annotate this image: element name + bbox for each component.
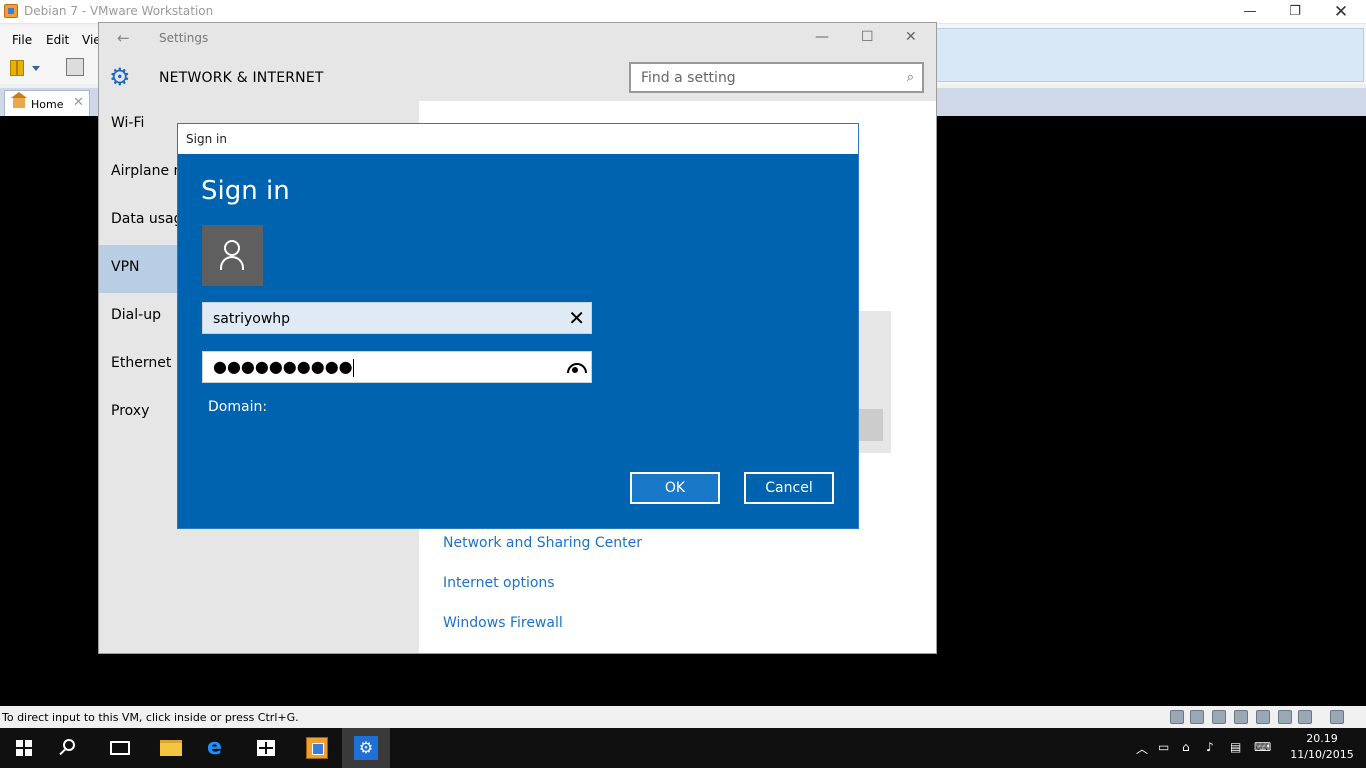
store-icon [257,740,275,756]
gear-icon: ⚙ [109,63,131,91]
search-placeholder: Find a setting [641,70,736,86]
pause-icon[interactable] [10,60,24,76]
sound-icon[interactable] [1278,710,1292,724]
floppy-icon[interactable] [1212,710,1226,724]
nav-label: Dial-up [111,307,161,323]
network-adapter-icon[interactable] [1234,710,1248,724]
status-text: To direct input to this VM, click inside… [2,711,299,724]
text-caret [352,358,354,377]
task-view-icon [110,741,130,755]
vmware-menubar: File Edit Vie [0,26,101,54]
edge-icon: e [207,735,222,760]
signin-dialog: Sign in Sign in satriyowhp ✕ ●●●●●●●●●● … [177,123,859,529]
cdrom-icon[interactable] [1190,710,1204,724]
settings-header: ⚙ NETWORK & INTERNET Find a setting ⌕ [99,53,936,101]
password-field[interactable]: ●●●●●●●●●● [202,351,592,383]
maximize-button[interactable]: ❐ [1272,2,1318,22]
vmware-toolbar-strip [936,24,1366,84]
task-view-button[interactable] [96,728,144,768]
windows-logo-icon [16,740,32,756]
settings-title: Settings [159,31,209,45]
nav-label: Airplane m [111,163,188,179]
search-input[interactable]: Find a setting ⌕ [629,62,924,93]
menu-edit[interactable]: Edit [46,33,69,47]
link-network-sharing-center[interactable]: Network and Sharing Center [443,535,642,551]
toolbar-panel [936,28,1364,82]
usb-icon[interactable] [1256,710,1270,724]
vmware-statusbar: To direct input to this VM, click inside… [0,706,1366,728]
nav-label: Proxy [111,403,150,419]
vmware-toolbar [0,54,100,84]
chevron-up-icon[interactable]: ︿ [1136,740,1148,757]
user-icon [224,240,240,256]
nav-label: VPN [111,259,140,275]
vmware-taskbar-button[interactable] [292,728,340,768]
keyboard-icon[interactable]: ⌨ [1254,740,1271,754]
clock-time: 20.19 [1306,732,1338,745]
tab-home-label: Home [31,98,64,111]
home-icon [11,92,27,108]
search-icon[interactable]: ⌕ [907,70,914,85]
file-explorer-button[interactable] [146,728,194,768]
network-icon[interactable]: ⌂ [1182,740,1190,754]
link-internet-options[interactable]: Internet options [443,575,555,591]
vmware-window-title: Debian 7 - VMware Workstation [24,4,214,18]
close-tab-icon[interactable]: ✕ [73,95,84,110]
store-button[interactable] [242,728,290,768]
start-button[interactable] [0,728,48,768]
password-value: ●●●●●●●●●● [213,357,353,376]
vmware-titlebar: Debian 7 - VMware Workstation — ❐ ✕ [0,0,1366,24]
search-icon [63,739,75,751]
tab-home[interactable]: Home ✕ [4,90,90,116]
signin-heading: Sign in [201,176,290,206]
chevron-down-icon[interactable] [32,66,40,71]
cancel-button[interactable]: Cancel [744,472,834,504]
user-body-icon [220,256,244,270]
volume-icon[interactable]: ♪ [1206,740,1214,754]
vpn-action-button[interactable] [859,409,883,441]
username-field[interactable]: satriyowhp ✕ [202,302,592,334]
settings-titlebar: ← Settings — ☐ ✕ [99,23,936,53]
username-value: satriyowhp [213,311,291,327]
section-title: NETWORK & INTERNET [159,70,324,86]
link-windows-firewall[interactable]: Windows Firewall [443,615,563,631]
clear-icon[interactable]: ✕ [568,307,585,329]
action-center-icon[interactable]: ▤ [1230,740,1241,754]
battery-icon[interactable]: ▭ [1158,740,1169,754]
message-icon[interactable] [1330,710,1344,724]
nav-label: Wi-Fi [111,115,145,131]
vmware-icon [306,737,328,759]
taskbar-search-button[interactable] [48,728,96,768]
taskbar: e ⚙ ︿ ▭ ⌂ ♪ ▤ ⌨ 20.19 11/10/2015 [0,728,1366,768]
nav-label: Ethernet [111,355,172,371]
clock-date: 11/10/2015 [1290,748,1354,761]
folder-icon [160,740,182,756]
network-icon[interactable] [66,58,84,76]
settings-taskbar-button[interactable]: ⚙ [342,728,390,768]
vmware-app-icon [4,4,18,18]
signin-titlebar: Sign in [178,124,858,154]
display-icon[interactable] [1298,710,1312,724]
harddisk-icon[interactable] [1170,710,1184,724]
signin-dialog-title: Sign in [186,132,227,146]
settings-maximize-button[interactable]: ☐ [861,29,874,45]
menu-file[interactable]: File [12,33,32,47]
reveal-password-icon[interactable] [567,363,583,373]
minimize-button[interactable]: — [1227,2,1273,22]
edge-button[interactable]: e [194,728,242,768]
gear-icon: ⚙ [354,736,378,760]
close-button[interactable]: ✕ [1318,2,1364,22]
ok-button[interactable]: OK [630,472,720,504]
settings-close-button[interactable]: ✕ [905,29,917,45]
clock[interactable]: 20.19 11/10/2015 [1290,731,1354,763]
domain-label: Domain: [208,399,268,415]
settings-minimize-button[interactable]: — [815,29,829,45]
avatar [202,225,263,286]
back-arrow-icon[interactable]: ← [117,29,130,47]
nav-label: Data usag [111,211,183,227]
